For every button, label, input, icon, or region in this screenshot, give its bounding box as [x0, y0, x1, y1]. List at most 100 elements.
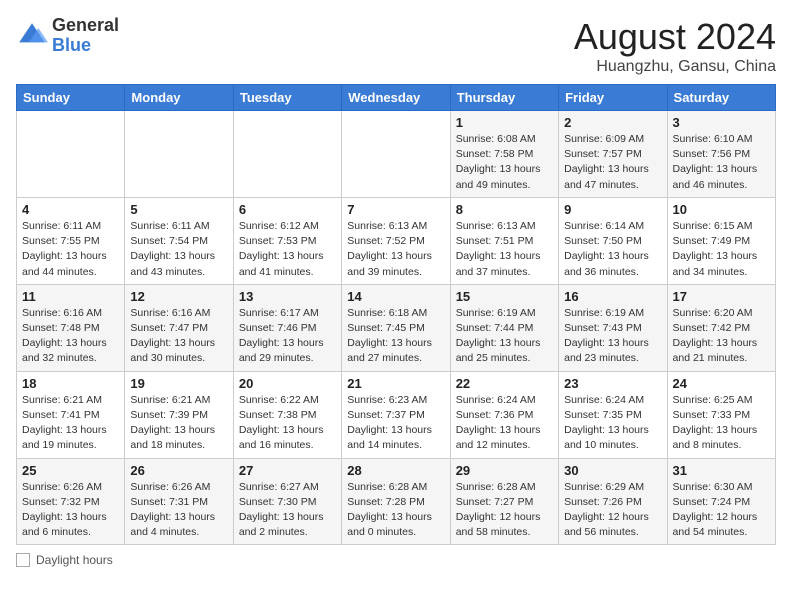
- weekday-header: Monday: [125, 85, 233, 111]
- calendar-week-row: 4 Sunrise: 6:11 AMSunset: 7:55 PMDaylight…: [17, 197, 776, 284]
- day-number: 4: [22, 202, 119, 217]
- day-info: Sunrise: 6:17 AMSunset: 7:46 PMDaylight:…: [239, 306, 336, 367]
- day-info: Sunrise: 6:08 AMSunset: 7:58 PMDaylight:…: [456, 132, 553, 193]
- day-number: 3: [673, 115, 770, 130]
- day-number: 7: [347, 202, 444, 217]
- day-info: Sunrise: 6:24 AMSunset: 7:35 PMDaylight:…: [564, 393, 661, 454]
- calendar-cell: 20 Sunrise: 6:22 AMSunset: 7:38 PMDayligh…: [233, 371, 341, 458]
- day-number: 2: [564, 115, 661, 130]
- logo-text: General Blue: [52, 16, 119, 56]
- calendar-cell: 4 Sunrise: 6:11 AMSunset: 7:55 PMDaylight…: [17, 197, 125, 284]
- day-number: 21: [347, 376, 444, 391]
- day-number: 29: [456, 463, 553, 478]
- day-info: Sunrise: 6:26 AMSunset: 7:32 PMDaylight:…: [22, 480, 119, 541]
- calendar-table: SundayMondayTuesdayWednesdayThursdayFrid…: [16, 84, 776, 545]
- day-number: 30: [564, 463, 661, 478]
- day-info: Sunrise: 6:11 AMSunset: 7:55 PMDaylight:…: [22, 219, 119, 280]
- day-info: Sunrise: 6:28 AMSunset: 7:27 PMDaylight:…: [456, 480, 553, 541]
- calendar-cell: 6 Sunrise: 6:12 AMSunset: 7:53 PMDaylight…: [233, 197, 341, 284]
- calendar-cell: [342, 111, 450, 198]
- logo-general: General: [52, 16, 119, 36]
- day-number: 11: [22, 289, 119, 304]
- day-number: 23: [564, 376, 661, 391]
- legend-box: [16, 553, 30, 567]
- day-info: Sunrise: 6:12 AMSunset: 7:53 PMDaylight:…: [239, 219, 336, 280]
- calendar-cell: [233, 111, 341, 198]
- calendar-cell: 3 Sunrise: 6:10 AMSunset: 7:56 PMDaylight…: [667, 111, 775, 198]
- day-number: 20: [239, 376, 336, 391]
- calendar-cell: 26Sunrise: 6:26 AMSunset: 7:31 PMDayligh…: [125, 458, 233, 545]
- calendar-cell: 16 Sunrise: 6:19 AMSunset: 7:43 PMDayligh…: [559, 284, 667, 371]
- day-number: 16: [564, 289, 661, 304]
- calendar-cell: 10Sunrise: 6:15 AMSunset: 7:49 PMDayligh…: [667, 197, 775, 284]
- day-info: Sunrise: 6:23 AMSunset: 7:37 PMDaylight:…: [347, 393, 444, 454]
- day-number: 6: [239, 202, 336, 217]
- calendar-cell: [125, 111, 233, 198]
- calendar-cell: 2 Sunrise: 6:09 AMSunset: 7:57 PMDaylight…: [559, 111, 667, 198]
- weekday-header: Wednesday: [342, 85, 450, 111]
- calendar-cell: 13 Sunrise: 6:17 AMSunset: 7:46 PMDayligh…: [233, 284, 341, 371]
- calendar-cell: 11Sunrise: 6:16 AMSunset: 7:48 PMDayligh…: [17, 284, 125, 371]
- day-info: Sunrise: 6:27 AMSunset: 7:30 PMDaylight:…: [239, 480, 336, 541]
- weekday-header: Sunday: [17, 85, 125, 111]
- day-number: 25: [22, 463, 119, 478]
- calendar-week-row: 25 Sunrise: 6:26 AMSunset: 7:32 PMDayligh…: [17, 458, 776, 545]
- day-info: Sunrise: 6:28 AMSunset: 7:28 PMDaylight:…: [347, 480, 444, 541]
- weekday-header: Tuesday: [233, 85, 341, 111]
- logo-icon: [16, 20, 48, 52]
- calendar-cell: [17, 111, 125, 198]
- day-number: 10: [673, 202, 770, 217]
- day-info: Sunrise: 6:22 AMSunset: 7:38 PMDaylight:…: [239, 393, 336, 454]
- page-header: General Blue August 2024 Huangzhu, Gansu…: [16, 16, 776, 76]
- calendar-cell: 8Sunrise: 6:13 AMSunset: 7:51 PMDaylight…: [450, 197, 558, 284]
- calendar-cell: 24Sunrise: 6:25 AMSunset: 7:33 PMDayligh…: [667, 371, 775, 458]
- calendar-cell: 31Sunrise: 6:30 AMSunset: 7:24 PMDayligh…: [667, 458, 775, 545]
- weekday-header-row: SundayMondayTuesdayWednesdayThursdayFrid…: [17, 85, 776, 111]
- day-info: Sunrise: 6:14 AMSunset: 7:50 PMDaylight:…: [564, 219, 661, 280]
- day-number: 12: [130, 289, 227, 304]
- day-info: Sunrise: 6:19 AMSunset: 7:44 PMDaylight:…: [456, 306, 553, 367]
- legend: Daylight hours: [16, 553, 776, 567]
- day-info: Sunrise: 6:24 AMSunset: 7:36 PMDaylight:…: [456, 393, 553, 454]
- day-info: Sunrise: 6:09 AMSunset: 7:57 PMDaylight:…: [564, 132, 661, 193]
- logo-blue: Blue: [52, 36, 119, 56]
- day-number: 5: [130, 202, 227, 217]
- title-block: August 2024 Huangzhu, Gansu, China: [574, 16, 776, 76]
- day-number: 8: [456, 202, 553, 217]
- day-number: 1: [456, 115, 553, 130]
- calendar-week-row: 11Sunrise: 6:16 AMSunset: 7:48 PMDayligh…: [17, 284, 776, 371]
- day-number: 22: [456, 376, 553, 391]
- calendar-cell: 30 Sunrise: 6:29 AMSunset: 7:26 PMDayligh…: [559, 458, 667, 545]
- day-info: Sunrise: 6:13 AMSunset: 7:52 PMDaylight:…: [347, 219, 444, 280]
- day-info: Sunrise: 6:30 AMSunset: 7:24 PMDaylight:…: [673, 480, 770, 541]
- day-info: Sunrise: 6:11 AMSunset: 7:54 PMDaylight:…: [130, 219, 227, 280]
- day-number: 28: [347, 463, 444, 478]
- weekday-header: Friday: [559, 85, 667, 111]
- day-info: Sunrise: 6:21 AMSunset: 7:41 PMDaylight:…: [22, 393, 119, 454]
- calendar-week-row: 1 Sunrise: 6:08 AMSunset: 7:58 PMDaylight…: [17, 111, 776, 198]
- day-number: 18: [22, 376, 119, 391]
- calendar-cell: 29 Sunrise: 6:28 AMSunset: 7:27 PMDayligh…: [450, 458, 558, 545]
- day-number: 17: [673, 289, 770, 304]
- calendar-week-row: 18 Sunrise: 6:21 AMSunset: 7:41 PMDayligh…: [17, 371, 776, 458]
- day-number: 24: [673, 376, 770, 391]
- logo: General Blue: [16, 16, 119, 56]
- day-number: 27: [239, 463, 336, 478]
- calendar-cell: 9Sunrise: 6:14 AMSunset: 7:50 PMDaylight…: [559, 197, 667, 284]
- calendar-cell: 19Sunrise: 6:21 AMSunset: 7:39 PMDayligh…: [125, 371, 233, 458]
- day-info: Sunrise: 6:10 AMSunset: 7:56 PMDaylight:…: [673, 132, 770, 193]
- location: Huangzhu, Gansu, China: [574, 58, 776, 76]
- calendar-cell: 17 Sunrise: 6:20 AMSunset: 7:42 PMDayligh…: [667, 284, 775, 371]
- day-info: Sunrise: 6:29 AMSunset: 7:26 PMDaylight:…: [564, 480, 661, 541]
- calendar-cell: 18 Sunrise: 6:21 AMSunset: 7:41 PMDayligh…: [17, 371, 125, 458]
- day-number: 13: [239, 289, 336, 304]
- calendar-cell: 15Sunrise: 6:19 AMSunset: 7:44 PMDayligh…: [450, 284, 558, 371]
- day-info: Sunrise: 6:21 AMSunset: 7:39 PMDaylight:…: [130, 393, 227, 454]
- calendar-cell: 28 Sunrise: 6:28 AMSunset: 7:28 PMDayligh…: [342, 458, 450, 545]
- calendar-cell: 1 Sunrise: 6:08 AMSunset: 7:58 PMDaylight…: [450, 111, 558, 198]
- calendar-cell: 23 Sunrise: 6:24 AMSunset: 7:35 PMDayligh…: [559, 371, 667, 458]
- month-year: August 2024: [574, 16, 776, 58]
- day-info: Sunrise: 6:19 AMSunset: 7:43 PMDaylight:…: [564, 306, 661, 367]
- day-info: Sunrise: 6:20 AMSunset: 7:42 PMDaylight:…: [673, 306, 770, 367]
- day-number: 14: [347, 289, 444, 304]
